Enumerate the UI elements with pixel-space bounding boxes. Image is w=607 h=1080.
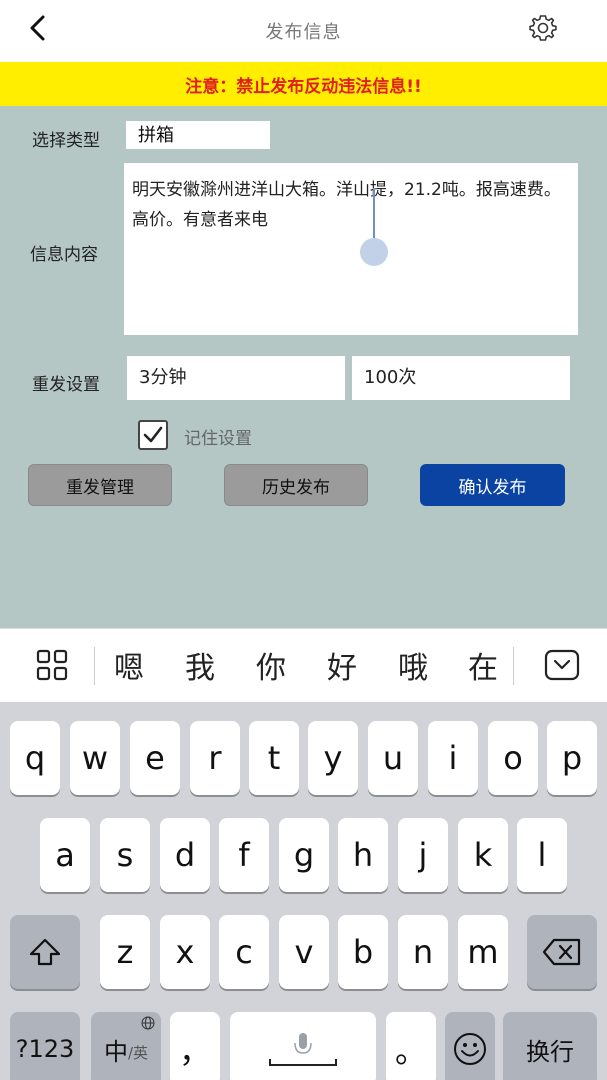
type-label: 选择类型 [32,131,100,151]
key-r[interactable]: r [190,721,240,795]
key-f[interactable]: f [219,818,269,892]
language-switch-key[interactable]: 中/英 [91,1012,161,1080]
key-a[interactable]: a [40,818,90,892]
warning-banner: 注意：禁止发布反动违法信息!! [0,62,607,106]
numbers-key[interactable]: ?123 [10,1012,80,1080]
emoji-key[interactable] [445,1012,495,1080]
count-field[interactable]: 100次 [352,356,570,400]
enter-key[interactable]: 换行 [503,1012,597,1080]
period-key[interactable]: 。 [386,1012,436,1080]
key-y[interactable]: y [308,721,358,795]
microphone-icon [269,1033,337,1066]
repost-manage-button[interactable]: 重发管理 [28,464,172,506]
key-o[interactable]: o [488,721,538,795]
key-c[interactable]: c [219,915,269,989]
remember-checkbox[interactable] [138,420,168,450]
comma-key[interactable]: ， [170,1012,220,1080]
candidate-3[interactable]: 你 [256,643,286,687]
key-p[interactable]: p [547,721,597,795]
candidate-5[interactable]: 哦 [398,643,428,687]
key-g[interactable]: g [279,818,329,892]
smiley-icon [454,1033,486,1065]
key-x[interactable]: x [160,915,210,989]
shift-arrow-icon [29,938,61,966]
lang-sub-label: /英 [127,1043,149,1062]
lang-main-label: 中 [103,1037,128,1066]
repost-label: 重发设置 [32,375,100,395]
ime-candidate-bar: 嗯 我 你 好 哦 在 [0,628,607,702]
key-v[interactable]: v [279,915,329,989]
soft-keyboard: q w e r t y u i o p a s d f g h j k l z … [0,702,607,1080]
confirm-publish-button[interactable]: 确认发布 [420,464,565,506]
text-cursor-handle-icon[interactable] [359,188,389,278]
candidate-divider [513,647,514,685]
key-d[interactable]: d [160,818,210,892]
key-u[interactable]: u [368,721,418,795]
content-label: 信息内容 [30,245,98,265]
key-e[interactable]: e [130,721,180,795]
candidate-4[interactable]: 好 [327,643,357,687]
candidate-divider [94,647,95,685]
back-arrow-icon[interactable] [24,14,52,42]
content-textarea[interactable]: 明天安徽滁州进洋山大箱。洋山提，21.2吨。报高速费。高价。有意者来电 [124,163,578,335]
key-j[interactable]: j [398,818,448,892]
key-l[interactable]: l [517,818,567,892]
candidate-2[interactable]: 我 [185,643,215,687]
history-button[interactable]: 历史发布 [224,464,368,506]
key-s[interactable]: s [100,818,150,892]
key-m[interactable]: m [458,915,508,989]
key-n[interactable]: n [398,915,448,989]
backspace-icon [542,938,581,966]
key-h[interactable]: h [338,818,388,892]
type-select[interactable]: 拼箱 [126,121,270,149]
grid-menu-icon[interactable] [36,649,68,681]
publish-form: 选择类型 拼箱 信息内容 明天安徽滁州进洋山大箱。洋山提，21.2吨。报高速费。… [0,106,607,628]
globe-icon [141,1016,155,1030]
candidate-1[interactable]: 嗯 [114,643,144,687]
gear-icon[interactable] [529,14,557,42]
shift-key[interactable] [10,915,80,989]
key-w[interactable]: w [70,721,120,795]
key-q[interactable]: q [10,721,60,795]
remember-label: 记住设置 [184,429,252,449]
content-text: 明天安徽滁州进洋山大箱。洋山提，21.2吨。报高速费。高价。有意者来电 [132,180,561,230]
space-key[interactable] [230,1012,376,1080]
key-t[interactable]: t [249,721,299,795]
page-title: 发布信息 [265,22,342,43]
key-k[interactable]: k [458,818,508,892]
interval-field[interactable]: 3分钟 [127,356,345,400]
key-z[interactable]: z [100,915,150,989]
header-bar: 发布信息 [0,0,607,62]
key-b[interactable]: b [338,915,388,989]
warning-text: 注意：禁止发布反动违法信息!! [185,76,422,97]
backspace-key[interactable] [527,915,597,989]
key-i[interactable]: i [428,721,478,795]
checkmark-icon [143,426,163,443]
keyboard-collapse-icon[interactable] [544,649,580,681]
candidate-6[interactable]: 在 [468,643,498,687]
